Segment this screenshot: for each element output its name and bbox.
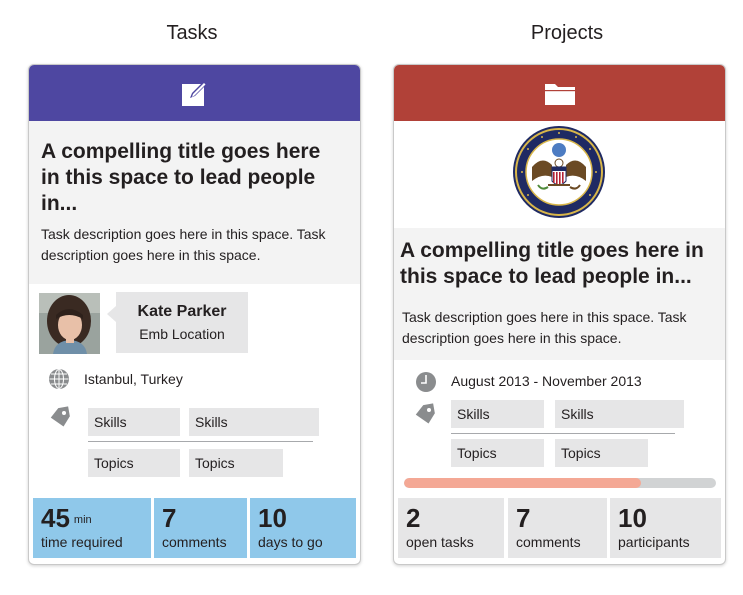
stat-value: 2 [406,503,421,533]
project-description: Task description goes here in this space… [402,309,687,346]
stat-label: days to go [258,534,323,550]
task-stat-days[interactable]: 10 days to go [250,498,356,558]
stat-value: 45 [41,503,70,533]
stat-label: comments [162,534,227,550]
project-topic-chip-1[interactable]: Topics [451,439,544,467]
task-skill-chip-2[interactable]: Skills [189,408,319,436]
stat-value: 10 [258,503,287,533]
avatar[interactable] [39,293,100,354]
project-stat-participants[interactable]: 10 participants [610,498,721,558]
department-of-state-seal [512,125,606,219]
person-location: Emb Location [139,326,225,342]
stat-value: 10 [618,503,647,533]
globe-icon [48,368,70,395]
task-topic-chip-1[interactable]: Topics [88,449,180,477]
clock-icon [415,371,437,398]
stat-label: comments [516,534,581,550]
task-stat-time[interactable]: 45 min time required [33,498,151,558]
task-stat-comments[interactable]: 7 comments [154,498,247,558]
stat-label: open tasks [406,534,474,550]
person-name[interactable]: Kate Parker [116,303,248,321]
task-card[interactable]: A compelling title goes here in this spa… [28,64,361,565]
project-progress-fill [404,478,642,488]
stat-label: time required [41,534,123,550]
project-card-header [394,65,725,121]
tasks-column-title: Tasks [166,22,218,44]
project-tags-divider [451,433,675,434]
folder-icon [544,80,576,106]
task-location: Istanbul, Turkey [84,371,183,387]
projects-column-title: Projects [530,22,604,44]
task-description: Task description goes here in this space… [41,226,326,263]
project-skill-chip-1[interactable]: Skills [451,400,544,428]
project-progress-bar [404,478,716,488]
tag-icon [412,403,438,434]
project-topic-chip-2[interactable]: Topics [555,439,648,467]
stat-unit: min [73,514,92,526]
project-title[interactable]: A compelling title goes here in this spa… [400,238,722,290]
stat-value: 7 [162,503,177,533]
stat-value: 7 [516,503,531,533]
person-callout: Kate Parker Emb Location [107,292,248,353]
project-skill-chip-2[interactable]: Skills [555,400,684,428]
stat-label: participants [618,534,690,550]
task-title[interactable]: A compelling title goes here in this spa… [41,139,351,217]
task-skill-chip-1[interactable]: Skills [88,408,180,436]
project-stat-comments[interactable]: 7 comments [508,498,607,558]
project-date-range: August 2013 - November 2013 [451,373,642,389]
tag-icon [47,406,73,437]
project-stat-open-tasks[interactable]: 2 open tasks [398,498,504,558]
task-topic-chip-2[interactable]: Topics [189,449,283,477]
project-card[interactable]: A compelling title goes here in this spa… [393,64,726,565]
task-tags-divider [88,441,313,442]
task-card-header [29,65,360,121]
edit-icon [180,78,210,108]
